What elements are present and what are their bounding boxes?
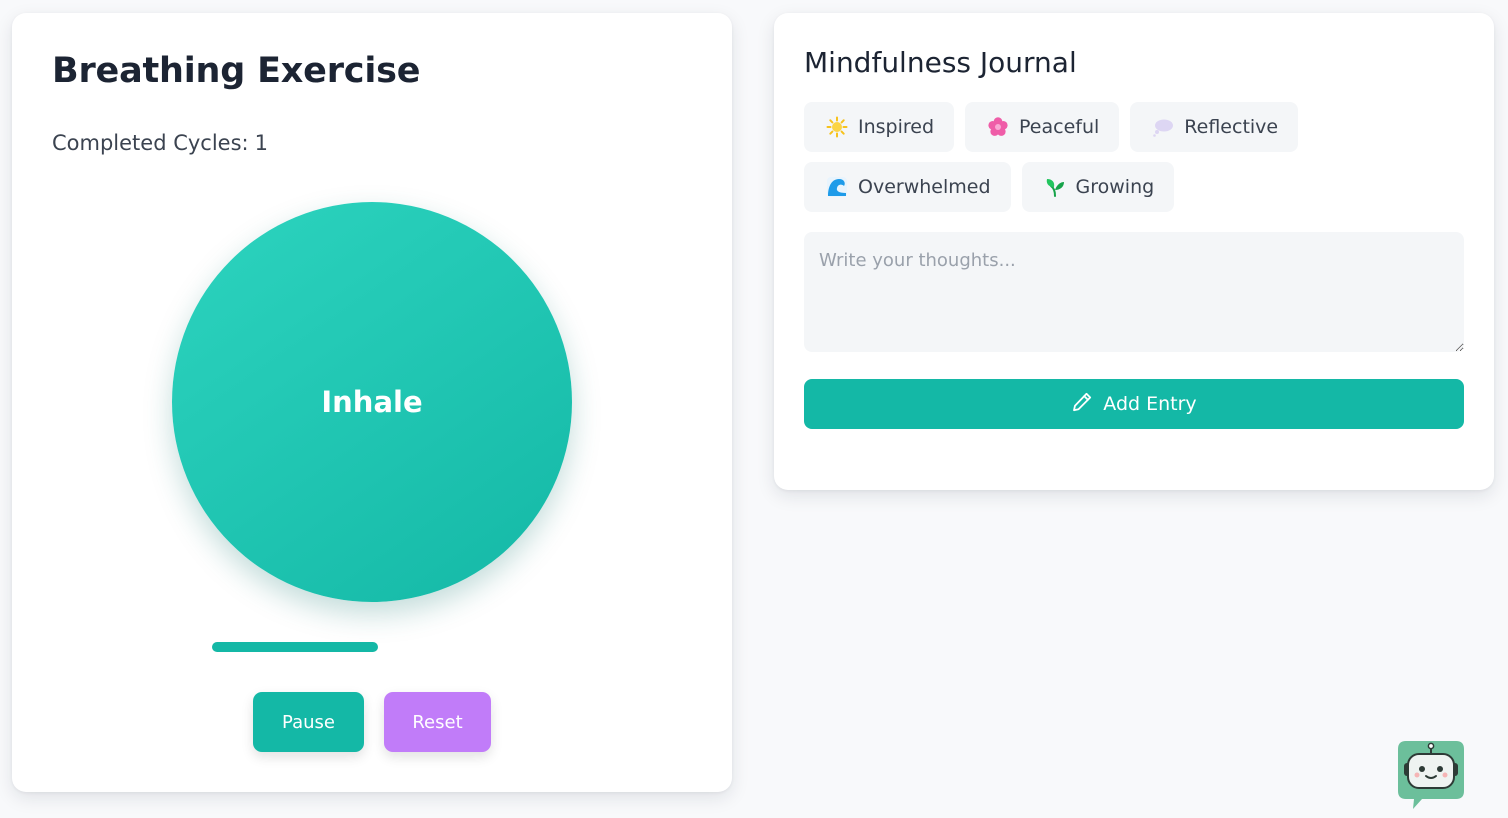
breathing-title: Breathing Exercise [52,51,421,91]
mood-chip-peaceful[interactable]: Peaceful [965,102,1120,152]
breathing-circle: Inhale [172,202,572,602]
pencil-icon [1071,391,1093,418]
mood-label: Inspired [858,116,935,138]
mood-chip-growing[interactable]: Growing [1021,162,1175,212]
mood-chip-overwhelmed[interactable]: Overwhelmed [804,162,1011,212]
flower-icon [987,116,1009,138]
robot-icon [1398,741,1464,809]
breath-progress-bar [212,642,532,652]
mood-chip-inspired[interactable]: Inspired [804,102,955,152]
journal-card: Mindfulness Journal Inspired Peaceful Re… [774,13,1494,490]
mood-chip-reflective[interactable]: Reflective [1130,102,1299,152]
mood-row: Inspired Peaceful Reflective [804,102,1299,152]
breath-progress-fill [212,642,379,652]
chatbot-button[interactable] [1396,739,1466,811]
sun-icon [826,116,848,138]
cycles-count: 1 [254,131,268,155]
thoughts-textarea[interactable] [804,232,1464,352]
breath-phase-label: Inhale [321,385,423,419]
wave-icon [826,176,848,198]
completed-cycles: Completed Cycles: 1 [52,131,268,155]
mood-label: Peaceful [1019,116,1100,138]
reset-button[interactable]: Reset [384,692,491,752]
mood-row: Overwhelmed Growing [804,162,1175,212]
mood-label: Overwhelmed [858,176,991,198]
add-entry-label: Add Entry [1103,393,1197,415]
add-entry-button[interactable]: Add Entry [804,379,1464,429]
mood-label: Reflective [1184,116,1279,138]
breathing-card: Breathing Exercise Completed Cycles: 1 In… [12,13,732,792]
seedling-icon [1044,176,1066,198]
cycles-label: Completed Cycles: [52,131,249,155]
pause-button[interactable]: Pause [253,692,364,752]
thought-bubble-icon [1152,116,1174,138]
mood-label: Growing [1075,176,1155,198]
journal-title: Mindfulness Journal [804,46,1077,79]
